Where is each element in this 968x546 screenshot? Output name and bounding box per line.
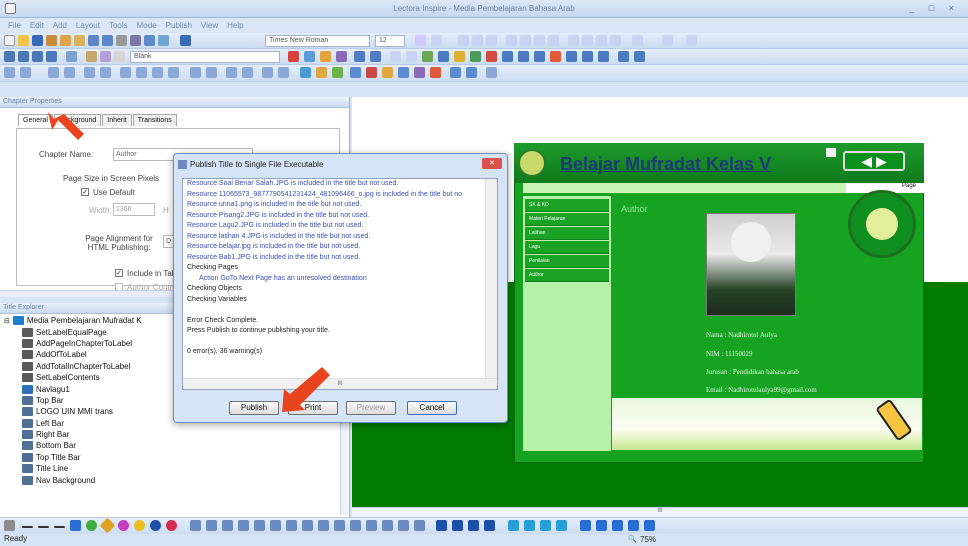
arrow-bend-icon[interactable]: [334, 520, 345, 531]
arrow-cycle-icon[interactable]: [382, 520, 393, 531]
red-shape-icon[interactable]: [166, 520, 177, 531]
zoom-icon: 🔍: [628, 536, 637, 543]
arrow-uturn-icon[interactable]: [350, 520, 361, 531]
arrow-left-icon[interactable]: [190, 520, 201, 531]
status-bar: Ready 🔍 75%: [0, 534, 968, 546]
triangle-down-icon[interactable]: [452, 520, 463, 531]
cyan-play-icon[interactable]: [556, 520, 567, 531]
blue-shape-icon[interactable]: [150, 520, 161, 531]
blue-rect3-icon[interactable]: [612, 520, 623, 531]
yellow-shape-icon[interactable]: [134, 520, 145, 531]
arrow-icon: [48, 112, 84, 140]
drawing-toolbar: [0, 517, 968, 534]
triangle-left-icon[interactable]: [484, 520, 495, 531]
diamond-tool-icon[interactable]: [99, 517, 116, 534]
cyan-arrow-icon[interactable]: [540, 520, 551, 531]
rect-tool-icon[interactable]: [70, 520, 81, 531]
blue-rect-icon[interactable]: [580, 520, 591, 531]
arrow-ud-icon[interactable]: [270, 520, 281, 531]
ellipse-tool-icon[interactable]: [86, 520, 97, 531]
arrow-return-icon[interactable]: [366, 520, 377, 531]
annotation-arrows: [48, 112, 330, 412]
triangle-right-icon[interactable]: [468, 520, 479, 531]
double-arrow-icon[interactable]: [54, 526, 65, 528]
line-tool-icon[interactable]: [22, 526, 33, 528]
circle-tool-icon[interactable]: [118, 520, 129, 531]
arrow-down-icon[interactable]: [238, 520, 249, 531]
arrow-up-icon[interactable]: [222, 520, 233, 531]
select-tool-icon[interactable]: [4, 520, 15, 531]
arrow-turn-icon[interactable]: [318, 520, 329, 531]
arrow-lr-icon[interactable]: [254, 520, 265, 531]
triangle-up-icon[interactable]: [436, 520, 447, 531]
cyan-shape-icon[interactable]: [508, 520, 519, 531]
blue-rect2-icon[interactable]: [596, 520, 607, 531]
arrow-diag-icon[interactable]: [286, 520, 297, 531]
arrow-icon: [282, 367, 330, 412]
blue-rect4-icon[interactable]: [628, 520, 639, 531]
arrow-quad-icon[interactable]: [414, 520, 425, 531]
status-text: Ready: [4, 534, 28, 543]
blue-rect5-icon[interactable]: [644, 520, 655, 531]
cyan-triangle-icon[interactable]: [524, 520, 535, 531]
arrow-tool-icon[interactable]: [38, 526, 49, 528]
arrow-jump-icon[interactable]: [398, 520, 409, 531]
arrow-curve-icon[interactable]: [302, 520, 313, 531]
arrow-right-icon[interactable]: [206, 520, 217, 531]
zoom-level[interactable]: 75%: [640, 535, 656, 544]
